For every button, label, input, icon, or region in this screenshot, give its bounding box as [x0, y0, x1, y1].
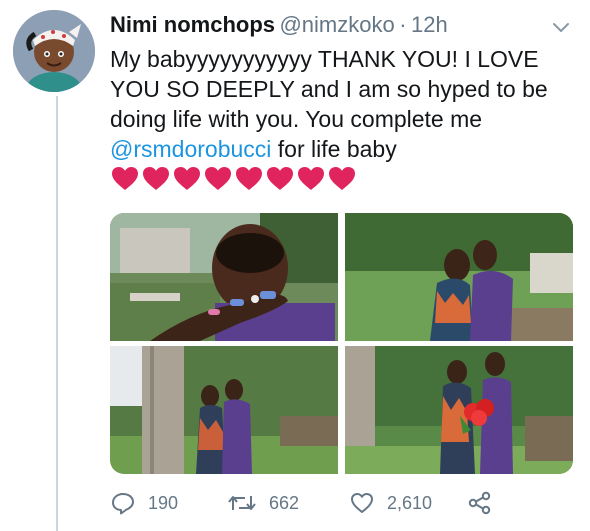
tweet-header: Nimi nomchops @nimzkoko · 12h — [110, 12, 580, 42]
heart-outline-icon — [351, 493, 373, 513]
timestamp[interactable]: 12h — [411, 12, 448, 37]
chevron-down-icon[interactable] — [550, 16, 572, 38]
display-name[interactable]: Nimi nomchops — [110, 12, 275, 37]
thread-line — [56, 96, 58, 531]
tweet[interactable]: Nimi nomchops @nimzkoko · 12h My babyyyy… — [0, 0, 590, 531]
photo-couple-kiss[interactable] — [345, 213, 573, 341]
retweet-icon — [228, 496, 256, 510]
share-button[interactable] — [467, 488, 505, 518]
reply-icon — [112, 493, 134, 515]
retweet-button[interactable]: 662 — [227, 488, 299, 518]
photo-couple-tree[interactable] — [110, 346, 338, 474]
action-bar: 190 662 2,610 — [110, 488, 580, 518]
cartoon-avatar-icon — [13, 10, 95, 92]
red-heart-icon — [110, 164, 140, 192]
user-handle[interactable]: @nimzkoko — [279, 12, 394, 37]
share-icon — [468, 491, 491, 515]
avatar[interactable] — [13, 10, 95, 92]
tweet-text-part1: My babyyyyyyyyyyy THANK YOU! I LOVE YOU … — [110, 46, 548, 132]
reply-count: 190 — [148, 492, 179, 513]
like-count: 2,610 — [387, 492, 433, 513]
media-grid — [110, 213, 573, 474]
separator: · — [399, 12, 407, 37]
hearts-emoji-group — [110, 164, 358, 199]
red-heart-icon — [296, 164, 326, 192]
red-heart-icon — [265, 164, 295, 192]
red-heart-icon — [234, 164, 264, 192]
red-heart-icon — [172, 164, 202, 192]
photo-ring-hand[interactable] — [110, 213, 338, 341]
retweet-count: 662 — [269, 492, 300, 513]
red-heart-icon — [203, 164, 233, 192]
photo-couple-flowers[interactable] — [345, 346, 573, 474]
mention-link[interactable]: @rsmdorobucci — [110, 136, 271, 162]
reply-button[interactable]: 190 — [110, 488, 178, 518]
red-heart-icon — [141, 164, 171, 192]
like-button[interactable]: 2,610 — [349, 488, 432, 518]
tweet-text: My babyyyyyyyyyyy THANK YOU! I LOVE YOU … — [110, 44, 580, 199]
red-heart-icon — [327, 164, 357, 192]
tweet-text-part2: for life baby — [271, 136, 397, 162]
